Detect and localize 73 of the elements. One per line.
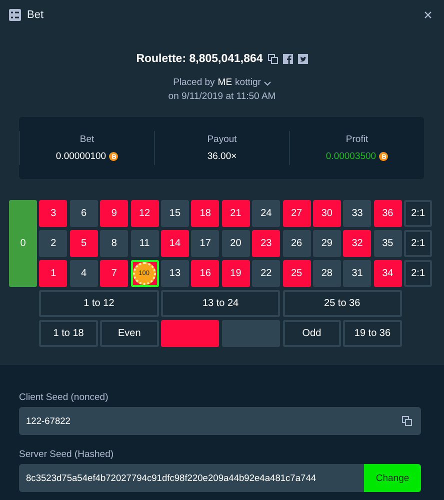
number-pocket[interactable]: 34 [374,260,402,287]
coin-icon [109,152,118,161]
placed-by-label: Placed by [173,76,215,90]
dozen-bet-button[interactable]: 25 to 36 [282,290,402,317]
outside-bet-button[interactable]: Even [100,320,159,347]
number-pocket[interactable]: 36 [374,200,402,227]
number-pocket[interactable]: 18 [191,200,220,227]
number-pocket[interactable]: 26 [282,230,311,257]
number-pocket[interactable]: 17 [191,230,220,257]
number-pocket[interactable]: 19 [222,260,250,287]
dozen-bet-button[interactable]: 1 to 12 [39,290,159,317]
coin-icon [379,152,388,161]
number-pocket[interactable]: 5 [70,230,98,257]
number-pocket[interactable]: 30 [312,200,341,227]
facebook-icon[interactable] [282,54,293,64]
number-pocket[interactable]: 33 [343,200,372,227]
server-seed-field[interactable]: 8c3523d75a54ef4b72027794c91dfc98f220e209a44b92e4a481c7a744 [26,473,364,483]
number-pocket[interactable]: 3 [39,200,68,227]
stat-value: 0.00003500 [326,151,376,162]
number-pocket[interactable]: 31 [343,260,372,287]
number-pocket[interactable]: 24 [252,200,280,227]
change-button[interactable]: Change [364,464,421,492]
stat-label: Profit [346,134,368,145]
stat-label: Payout [207,134,237,145]
number-pocket[interactable]: 25 [282,260,311,287]
twitter-icon[interactable] [298,54,308,64]
number-pocket[interactable]: 27 [282,200,311,227]
field-label: Client Seed (nonced) [19,392,110,405]
user-role-label: ME [218,76,232,90]
list-icon [9,9,21,21]
number-pocket[interactable]: 4 [70,260,98,287]
number-pocket[interactable]: 32 [343,230,372,257]
number-pocket[interactable]: 7 [100,260,128,287]
outside-bet-button[interactable]: Odd [282,320,341,347]
number-pocket[interactable]: 28 [312,260,341,287]
chevron-down-icon[interactable] [264,80,271,86]
number-pocket[interactable]: 14 [160,230,189,257]
number-pocket[interactable]: 16 [191,260,220,287]
number-pocket[interactable]: 9 [100,200,128,227]
stat-value: 36.00× [207,151,237,162]
field-label: Server Seed (Hashed) [19,449,115,462]
dozen-bet-button[interactable]: 13 to 24 [160,290,280,317]
number-pocket[interactable]: 35 [374,230,402,257]
column-bet-button[interactable]: 2:1 [404,230,432,257]
number-pocket[interactable]: 11 [130,230,159,257]
number-pocket[interactable]: 2 [39,230,68,257]
number-pocket[interactable]: 13 [160,260,189,287]
copy-icon[interactable] [268,54,278,64]
number-pocket[interactable]: 22 [252,260,280,287]
copy-icon[interactable] [402,416,412,426]
color-bet-button[interactable] [222,320,280,347]
bet-date: on 9/11/2019 at 11:50 AM [168,90,276,104]
client-seed-field[interactable]: 122-67822 [19,407,421,435]
number-pocket[interactable]: 8 [100,230,128,257]
number-pocket[interactable]: 20 [222,230,250,257]
number-pocket[interactable]: 1 [39,260,68,287]
number-pocket[interactable]: 29 [312,230,341,257]
number-pocket[interactable]: 23 [252,230,280,257]
number-pocket[interactable]: 21 [222,200,250,227]
column-bet-button[interactable]: 2:1 [404,200,432,227]
stat-value: 0.00000100 [56,151,106,162]
column-bet-button[interactable]: 2:1 [404,260,432,287]
username-link[interactable]: kottigr [235,76,261,90]
number-pocket[interactable]: 15 [160,200,189,227]
color-bet-button[interactable] [160,320,220,347]
close-button[interactable] [424,11,432,19]
outside-bet-button[interactable]: 19 to 36 [343,320,402,347]
bet-title: Roulette: 8,805,041,864 [136,53,263,65]
number-pocket[interactable]: 6 [70,200,98,227]
outside-bet-button[interactable]: 1 to 18 [39,320,98,347]
number-pocket[interactable]: 12 [130,200,159,227]
window-title: Bet [27,9,44,21]
stat-label: Bet [80,134,94,145]
